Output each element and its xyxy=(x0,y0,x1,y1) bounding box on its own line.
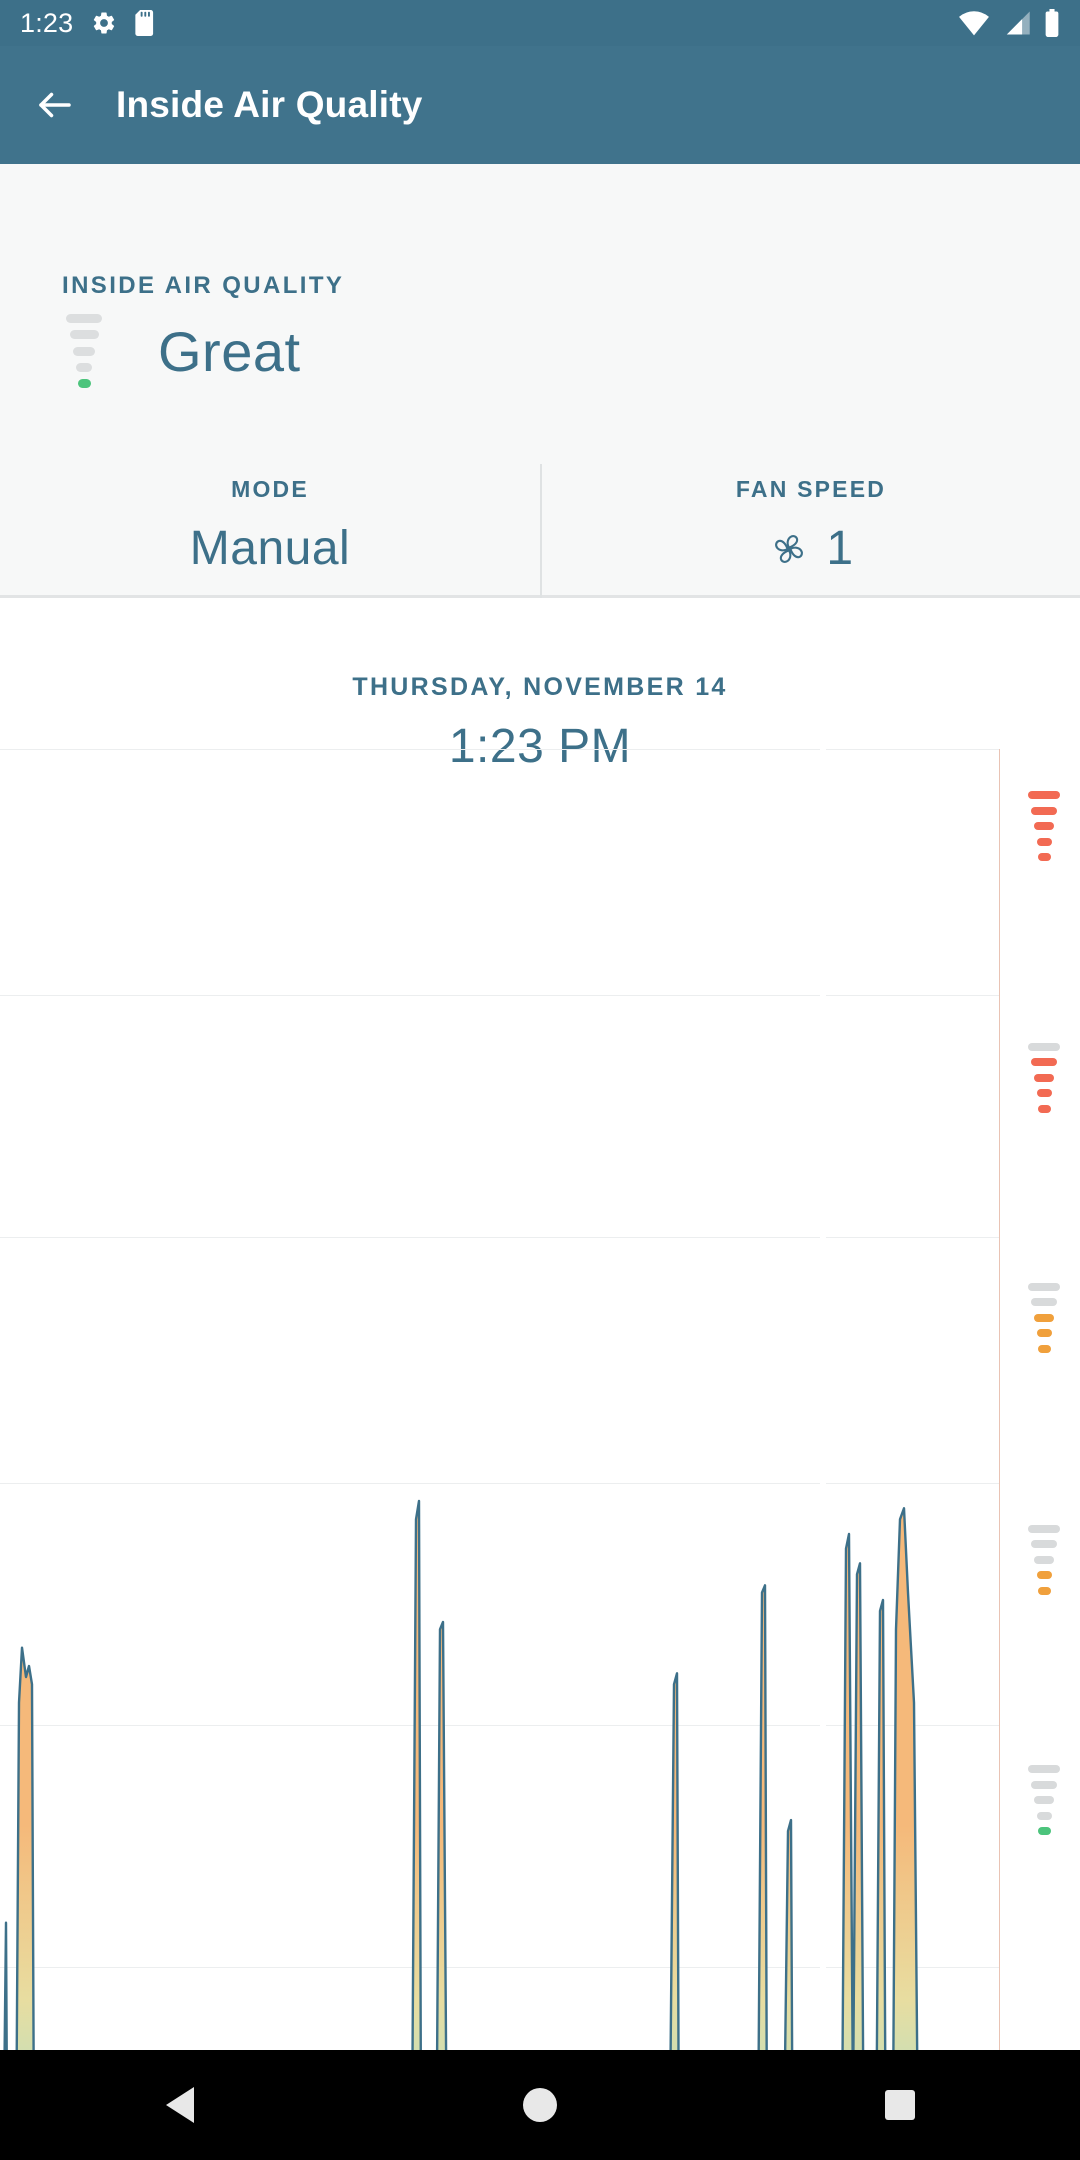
iaq-value: Great xyxy=(158,319,301,383)
y-axis-gauge-marker xyxy=(1022,789,1066,863)
status-bar-right xyxy=(958,9,1060,37)
stat-fan-speed-value: 1 xyxy=(826,522,854,575)
y-axis-gauge-marker xyxy=(1022,1041,1066,1115)
chart-plot-area[interactable] xyxy=(0,749,1000,2050)
page-title: Inside Air Quality xyxy=(116,84,423,125)
nav-home-button[interactable] xyxy=(480,2050,600,2160)
back-button[interactable] xyxy=(0,46,110,164)
app-root: 1:23 Inside Air Quality INSIDE AIR QUALI… xyxy=(0,0,1080,2160)
air-quality-series xyxy=(3,749,919,2050)
back-arrow-icon xyxy=(34,84,76,126)
stat-fan-speed[interactable]: FAN SPEED 1 xyxy=(540,464,1080,598)
chart-right-axis xyxy=(999,749,1000,2050)
status-bar-clock: 1:23 xyxy=(20,7,74,38)
stat-mode-value: Manual xyxy=(189,522,351,575)
iaq-section-label: INSIDE AIR QUALITY xyxy=(62,272,345,299)
gear-icon xyxy=(91,10,117,36)
android-navigation-bar xyxy=(0,2050,1080,2160)
stat-fan-speed-value-wrap: 1 xyxy=(768,521,853,576)
chart-date-label: THURSDAY, NOVEMBER 14 xyxy=(352,673,728,701)
air-quality-gauge-icon xyxy=(62,312,106,390)
status-bar: 1:23 xyxy=(0,0,1080,46)
nav-recents-button[interactable] xyxy=(840,2050,960,2160)
battery-icon xyxy=(1044,9,1060,37)
sd-card-icon xyxy=(135,10,157,36)
stat-mode[interactable]: MODE Manual xyxy=(0,464,540,598)
y-axis-gauge-marker xyxy=(1022,1763,1066,1837)
status-bar-left: 1:23 xyxy=(20,8,157,39)
cellular-signal-icon xyxy=(1003,10,1031,36)
y-axis-gauge-marker xyxy=(1022,1523,1066,1597)
fan-icon xyxy=(768,528,810,570)
square-recents-icon xyxy=(885,2090,915,2120)
history-chart-section: THURSDAY, NOVEMBER 14 1:23 PM PM8:00PM1:… xyxy=(0,601,1080,2050)
circle-home-icon xyxy=(523,2088,557,2122)
summary-card: INSIDE AIR QUALITY Great MODE Manual FAN… xyxy=(0,164,1080,598)
nav-back-button[interactable] xyxy=(120,2050,240,2160)
data-gap xyxy=(820,749,826,2050)
stat-mode-label: MODE xyxy=(231,476,309,502)
y-axis-gauge-marker xyxy=(1022,1281,1066,1355)
app-bar: Inside Air Quality xyxy=(0,46,1080,164)
chart-y-axis-markers xyxy=(1022,749,1080,2050)
iaq-status-row: Great xyxy=(62,312,301,390)
stat-fan-speed-label: FAN SPEED xyxy=(735,476,887,502)
summary-stats: MODE Manual FAN SPEED 1 xyxy=(0,464,1080,598)
triangle-back-icon xyxy=(166,2087,194,2123)
wifi-icon xyxy=(958,10,990,36)
